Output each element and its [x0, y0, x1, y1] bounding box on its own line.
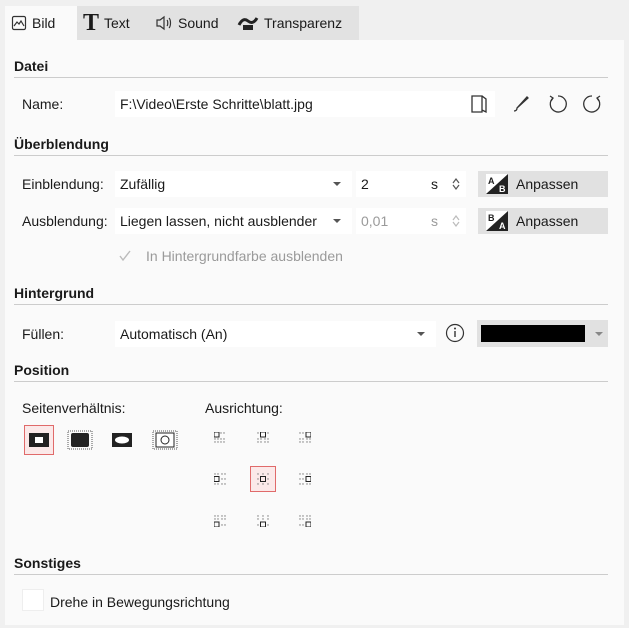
divider: [14, 381, 608, 382]
divider: [14, 574, 608, 575]
align-top-right-button[interactable]: [292, 425, 318, 451]
tab-sound[interactable]: Sound: [149, 6, 231, 40]
align-middle-left-button[interactable]: [207, 466, 233, 492]
open-file-icon[interactable]: [470, 94, 488, 117]
tab-sound-label: Sound: [178, 15, 219, 31]
image-icon: [11, 15, 27, 31]
align-bottom-center-icon: [257, 515, 269, 527]
filename-value: F:\Video\Erste Schritte\blatt.jpg: [120, 96, 313, 112]
align-bottom-center-button[interactable]: [250, 508, 276, 534]
einblendung-label: Einblendung:: [22, 176, 104, 192]
align-bottom-right-icon: [299, 515, 311, 527]
align-middle-right-icon: [299, 473, 311, 485]
divider: [14, 77, 608, 78]
chevron-down-icon: [333, 182, 341, 186]
einblendung-select[interactable]: Zufällig: [115, 171, 352, 197]
ausblendung-duration-unit: s: [431, 213, 438, 229]
ausblendung-value: Liegen lassen, nicht ausblender: [120, 213, 317, 229]
aspect-fill-button[interactable]: [65, 425, 95, 455]
svg-text:A: A: [488, 176, 495, 186]
chevron-down-icon: [595, 331, 603, 336]
speaker-icon: [155, 15, 173, 31]
align-top-left-button[interactable]: [207, 425, 233, 451]
fill-color-picker[interactable]: [477, 320, 608, 347]
info-icon[interactable]: [445, 323, 465, 346]
align-middle-right-button[interactable]: [292, 466, 318, 492]
aspect-fill-icon: [67, 430, 93, 450]
einblendung-anpassen-label: Anpassen: [516, 176, 579, 192]
align-top-left-icon: [214, 432, 225, 443]
einblendung-duration-unit: s: [431, 176, 438, 192]
fill-mode-value: Automatisch (An): [120, 326, 228, 342]
bg-fade-checkbox-label: In Hintergrundfarbe ausblenden: [146, 248, 343, 264]
bg-fade-checkbox-row: In Hintergrundfarbe ausblenden: [118, 248, 343, 264]
einblendung-anpassen-button[interactable]: AB Anpassen: [478, 171, 608, 197]
fill-color-swatch: [481, 325, 585, 342]
edit-brush-icon[interactable]: [510, 93, 532, 118]
svg-text:A: A: [499, 221, 506, 231]
ausblendung-anpassen-label: Anpassen: [516, 213, 579, 229]
align-top-right-icon: [299, 432, 311, 443]
spin-arrows-icon: [452, 215, 460, 227]
rotate-direction-label: Drehe in Bewegungsrichtung: [50, 594, 230, 610]
divider: [14, 304, 608, 305]
aspect-face-icon: [152, 430, 178, 450]
section-datei-header: Datei: [14, 58, 49, 74]
aspect-fit-icon: [29, 433, 49, 447]
aspect-fit-button[interactable]: [24, 425, 54, 455]
ausblendung-duration-value: 0,01: [361, 213, 389, 229]
section-sonstiges-header: Sonstiges: [14, 555, 81, 571]
ausblendung-select[interactable]: Liegen lassen, nicht ausblender: [115, 208, 352, 234]
section-ueberblendung-header: Überblendung: [14, 136, 109, 152]
tab-bar: Bild T Text Sound Transparenz: [5, 6, 359, 40]
fill-mode-select[interactable]: Automatisch (An): [115, 321, 436, 347]
align-center-icon: [257, 473, 269, 485]
einblendung-duration-stepper[interactable]: 2 s: [356, 171, 466, 197]
chevron-down-icon: [417, 332, 425, 336]
rotate-left-icon[interactable]: [547, 93, 569, 118]
aspect-ratio-label: Seitenverhältnis:: [22, 400, 126, 416]
transparency-icon: [237, 15, 259, 31]
filename-field[interactable]: F:\Video\Erste Schritte\blatt.jpg: [115, 91, 495, 117]
aspect-crop-icon: [112, 433, 132, 447]
text-icon: T: [83, 9, 100, 36]
tab-transparenz[interactable]: Transparenz: [231, 6, 359, 40]
chevron-down-icon: [333, 219, 341, 223]
einblendung-duration-value: 2: [361, 176, 369, 192]
tab-bild-label: Bild: [32, 15, 56, 31]
tab-text-label: Text: [104, 15, 130, 31]
ausblendung-duration-stepper: 0,01 s: [356, 208, 466, 234]
fuellen-label: Füllen:: [22, 326, 65, 342]
align-center-button[interactable]: [250, 466, 276, 492]
align-bottom-right-button[interactable]: [292, 508, 318, 534]
aspect-crop-button[interactable]: [107, 425, 137, 455]
align-top-center-button[interactable]: [250, 425, 276, 451]
section-hintergrund-header: Hintergrund: [14, 285, 95, 301]
spin-arrows-icon[interactable]: [452, 178, 460, 190]
einblendung-value: Zufällig: [120, 176, 166, 192]
transition-ba-icon: BA: [486, 211, 508, 231]
name-label: Name:: [22, 96, 64, 112]
aspect-face-button[interactable]: [150, 425, 180, 455]
tab-transparenz-label: Transparenz: [264, 15, 343, 31]
alignment-label: Ausrichtung:: [205, 400, 283, 416]
align-bottom-left-icon: [214, 515, 226, 527]
ausblendung-label: Ausblendung:: [22, 213, 108, 229]
align-middle-left-icon: [214, 473, 226, 485]
align-top-center-icon: [257, 432, 269, 443]
align-bottom-left-button[interactable]: [207, 508, 233, 534]
svg-text:B: B: [488, 213, 495, 223]
svg-text:B: B: [499, 184, 506, 194]
tab-bild[interactable]: Bild: [5, 6, 77, 40]
divider: [14, 155, 608, 156]
checkmark-icon[interactable]: [118, 249, 138, 263]
tab-text[interactable]: T Text: [77, 6, 149, 40]
ausblendung-anpassen-button[interactable]: BA Anpassen: [478, 208, 608, 234]
section-position-header: Position: [14, 362, 70, 378]
rotate-direction-checkbox[interactable]: [22, 589, 44, 611]
rotate-right-icon[interactable]: [581, 93, 603, 118]
transition-ab-icon: AB: [486, 174, 508, 194]
